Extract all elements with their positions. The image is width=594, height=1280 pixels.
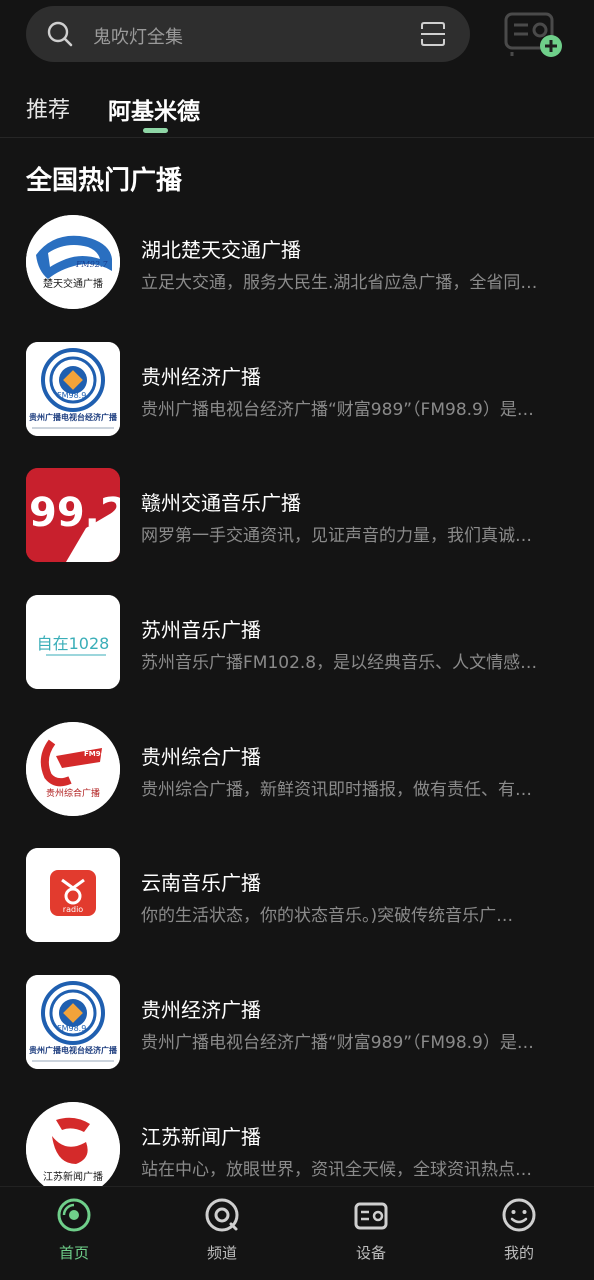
svg-text:99.2: 99.2: [29, 490, 120, 536]
station-logo: radio: [26, 848, 120, 942]
nav-device-label: 设备: [355, 1244, 386, 1262]
tab-active-indicator: [143, 128, 168, 133]
station-item[interactable]: FM92.7 楚天交通广播 湖北楚天交通广播 立足大交通，服务大民生.湖北省应急…: [0, 212, 594, 312]
scan-icon[interactable]: [420, 21, 446, 47]
svg-text:江苏新闻广播: 江苏新闻广播: [43, 1170, 103, 1183]
nav-channel-label: 频道: [206, 1244, 237, 1262]
station-name: 贵州经济广播: [141, 998, 261, 1022]
station-item[interactable]: FM98.9 贵州广播电视台经济广播 贵州经济广播 贵州广播电视台经济广播“财富…: [0, 972, 594, 1072]
station-logo: 99.2: [26, 468, 120, 562]
station-logo: FM94.6 贵州综合广播: [26, 722, 120, 816]
tab-archimedes[interactable]: 阿基米德: [108, 92, 200, 126]
svg-text:贵州广播电视台经济广播: 贵州广播电视台经济广播: [29, 412, 118, 422]
svg-text:FM94.6: FM94.6: [84, 750, 113, 758]
guizhou-comprehensive-logo-icon: FM94.6 贵州综合广播: [26, 722, 120, 816]
search-icon: [47, 21, 73, 47]
svg-text:FM98.9: FM98.9: [57, 391, 86, 400]
svg-text:贵州综合广播: 贵州综合广播: [46, 787, 100, 799]
smiley-profile-icon: [502, 1198, 536, 1232]
station-desc: 站在中心，放眼世界，资讯全天候，全球资讯热点…: [141, 1160, 532, 1180]
suzhou-music-logo-icon: 自在1028: [26, 595, 120, 689]
top-bar: 鬼吹灯全集: [0, 0, 594, 70]
station-item[interactable]: 江苏新闻广播 江苏新闻广播 站在中心，放眼世界，资讯全天候，全球资讯热点…: [0, 1099, 594, 1199]
station-item[interactable]: radio 云南音乐广播 你的生活状态，你的状态音乐。)突破传统音乐广…: [0, 845, 594, 945]
station-logo: 自在1028: [26, 595, 120, 689]
station-logo: FM98.9 贵州广播电视台经济广播: [26, 342, 120, 436]
jiangsu-news-logo-icon: 江苏新闻广播: [26, 1102, 120, 1196]
station-desc: 苏州音乐广播FM102.8，是以经典音乐、人文情感…: [141, 653, 538, 673]
channel-disc-icon: [205, 1198, 239, 1232]
station-name: 贵州综合广播: [141, 745, 261, 769]
svg-text:贵州广播电视台经济广播: 贵州广播电视台经济广播: [29, 1045, 118, 1055]
chutian-traffic-logo-icon: FM92.7 楚天交通广播: [26, 215, 120, 309]
svg-text:FM98.9: FM98.9: [57, 1024, 86, 1033]
station-item[interactable]: FM98.9 贵州广播电视台经济广播 贵州经济广播 贵州广播电视台经济广播“财富…: [0, 339, 594, 439]
station-item[interactable]: FM94.6 贵州综合广播 贵州综合广播 贵州综合广播，新鲜资讯即时播报，做有责…: [0, 719, 594, 819]
section-title: 全国热门广播: [26, 166, 183, 196]
ganzhou-992-logo-icon: 99.2: [26, 468, 120, 562]
station-name: 湖北楚天交通广播: [141, 238, 301, 262]
guizhou-economic-logo-icon: FM98.9 贵州广播电视台经济广播: [26, 342, 120, 436]
station-desc: 贵州广播电视台经济广播“财富989”（FM98.9）是…: [141, 400, 534, 420]
nav-home-label: 首页: [58, 1244, 89, 1262]
station-desc: 你的生活状态，你的状态音乐。)突破传统音乐广…: [141, 906, 514, 926]
nav-mine[interactable]: 我的: [474, 1197, 564, 1273]
station-name: 苏州音乐广播: [141, 618, 261, 642]
station-name: 赣州交通音乐广播: [141, 491, 301, 515]
station-name: 江苏新闻广播: [141, 1125, 261, 1149]
station-logo: FM98.9 贵州广播电视台经济广播: [26, 975, 120, 1069]
station-name: 云南音乐广播: [141, 871, 261, 895]
nav-mine-label: 我的: [503, 1244, 534, 1262]
tab-recommend[interactable]: 推荐: [26, 92, 70, 124]
station-logo: 江苏新闻广播: [26, 1102, 120, 1196]
home-disc-icon: [57, 1198, 91, 1232]
add-device-icon[interactable]: [504, 10, 566, 60]
radio-device-icon: [354, 1202, 388, 1230]
nav-home[interactable]: 首页: [29, 1197, 119, 1273]
station-name: 贵州经济广播: [141, 365, 261, 389]
nav-device[interactable]: 设备: [326, 1197, 416, 1273]
station-item[interactable]: 自在1028 苏州音乐广播 苏州音乐广播FM102.8，是以经典音乐、人文情感…: [0, 592, 594, 692]
station-item[interactable]: 99.2 赣州交通音乐广播 网罗第一手交通资讯，见证声音的力量，我们真诚…: [0, 465, 594, 565]
tab-bar: 推荐 阿基米德: [0, 84, 594, 138]
search-placeholder: 鬼吹灯全集: [93, 27, 183, 48]
bottom-nav: 首页 频道 设备 我的: [0, 1186, 594, 1280]
search-bar[interactable]: 鬼吹灯全集: [26, 6, 470, 62]
station-logo: FM92.7 楚天交通广播: [26, 215, 120, 309]
station-desc: 贵州广播电视台经济广播“财富989”（FM98.9）是…: [141, 1033, 534, 1053]
station-desc: 网罗第一手交通资讯，见证声音的力量，我们真诚…: [141, 526, 532, 546]
station-desc: 立足大交通，服务大民生.湖北省应急广播，全省同…: [141, 273, 538, 293]
guizhou-economic-logo-icon: FM98.9 贵州广播电视台经济广播: [26, 975, 120, 1069]
svg-text:楚天交通广播: 楚天交通广播: [43, 277, 103, 290]
svg-text:自在1028: 自在1028: [37, 634, 110, 653]
svg-text:radio: radio: [63, 905, 83, 914]
station-desc: 贵州综合广播，新鲜资讯即时播报，做有责任、有…: [141, 780, 532, 800]
yunnan-music-logo-icon: radio: [26, 848, 120, 942]
nav-channel[interactable]: 频道: [177, 1197, 267, 1273]
svg-text:FM92.7: FM92.7: [75, 260, 108, 269]
